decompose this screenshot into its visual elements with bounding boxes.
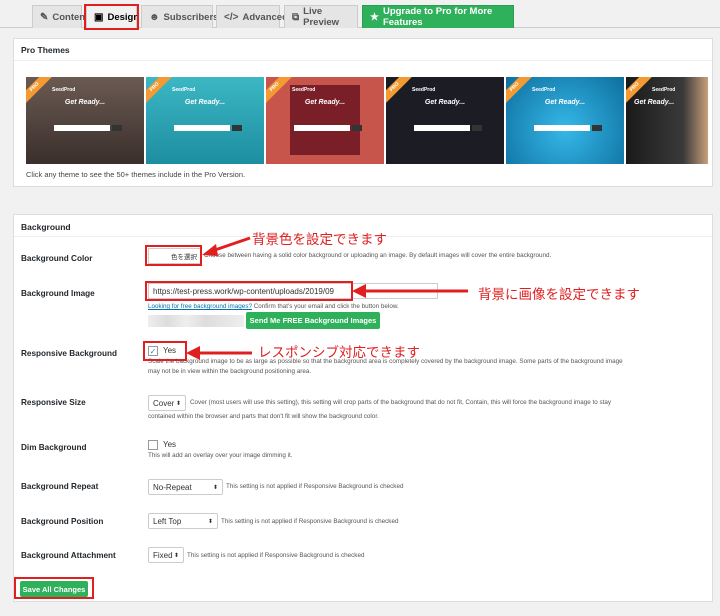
tab-upgrade-pro[interactable]: ★ Upgrade to Pro for More Features bbox=[362, 5, 514, 28]
theme-brand: SeedProd bbox=[532, 87, 556, 93]
theme-heading: Get Ready... bbox=[64, 99, 106, 106]
edit-icon: ✎ bbox=[40, 11, 49, 23]
theme-heading: Get Ready... bbox=[304, 99, 346, 106]
dim-background-yes: Yes bbox=[163, 440, 177, 449]
responsive-background-help-2: may not be in view within the background… bbox=[148, 368, 312, 375]
code-icon: </> bbox=[224, 11, 239, 23]
dim-background-label: Dim Background bbox=[21, 443, 87, 452]
image-url-highlight bbox=[145, 281, 353, 301]
theme-brand: SeedProd bbox=[52, 87, 76, 93]
theme-email-bar bbox=[54, 125, 110, 131]
tab-advanced[interactable]: </> Advanced bbox=[216, 5, 288, 28]
background-color-help: Choose between having a solid color back… bbox=[204, 252, 552, 259]
save-button-highlight bbox=[14, 577, 94, 599]
background-position-value: Left Top bbox=[153, 516, 182, 526]
theme-email-button bbox=[112, 125, 122, 131]
background-panel: Background Background Color 色を選択 Choose … bbox=[13, 214, 713, 602]
theme-thumb-1[interactable]: PRO SeedProd Get Ready... bbox=[26, 77, 144, 164]
theme-thumb-2[interactable]: PRO SeedProd Get Ready... bbox=[146, 77, 264, 164]
background-repeat-value: No-Repeat bbox=[153, 482, 192, 492]
annotation-arrow-responsive bbox=[186, 346, 252, 360]
pro-themes-title: Pro Themes bbox=[14, 39, 712, 61]
responsive-size-label: Responsive Size bbox=[21, 398, 86, 407]
theme-heading: Get Ready... bbox=[424, 99, 466, 106]
pro-themes-note: Click any theme to see the 50+ themes in… bbox=[26, 170, 246, 179]
responsive-background-label: Responsive Background bbox=[21, 349, 117, 358]
theme-brand: SeedProd bbox=[412, 87, 436, 93]
theme-thumb-4[interactable]: PRO SeedProd Get Ready... bbox=[386, 77, 504, 164]
background-color-label: Background Color bbox=[21, 254, 93, 263]
dim-background-help: This will add an overlay over your image… bbox=[148, 452, 293, 459]
theme-brand: SeedProd bbox=[172, 87, 196, 93]
background-repeat-label: Background Repeat bbox=[21, 482, 99, 491]
select-arrows-icon: ⬍ bbox=[173, 552, 179, 559]
pro-themes-panel: Pro Themes PRO SeedProd Get Ready... PRO… bbox=[13, 38, 713, 187]
responsive-size-help-1: Cover (most users will use this setting)… bbox=[190, 399, 612, 406]
theme-heading: Get Ready... bbox=[634, 99, 675, 106]
tab-live-preview[interactable]: ⧉ Live Preview bbox=[284, 5, 358, 28]
free-images-link[interactable]: Looking for free background images? bbox=[148, 303, 252, 310]
design-tab-highlight bbox=[84, 4, 139, 30]
background-image-help: Looking for free background images? Conf… bbox=[148, 302, 399, 312]
tab-subscribers[interactable]: ☻ Subscribers bbox=[141, 5, 218, 28]
theme-email-bar bbox=[534, 125, 590, 131]
theme-thumb-5[interactable]: PRO SeedProd Get Ready... bbox=[506, 77, 624, 164]
theme-email-button bbox=[592, 125, 602, 131]
background-repeat-help: This setting is not applied if Responsiv… bbox=[226, 483, 404, 490]
responsive-size-help-2: contained within the browser and parts t… bbox=[148, 413, 379, 420]
star-icon: ★ bbox=[370, 11, 379, 23]
theme-brand: SeedProd bbox=[292, 87, 316, 93]
responsive-checkbox-highlight bbox=[143, 341, 187, 361]
blurred-email-field bbox=[148, 315, 244, 327]
background-attachment-label: Background Attachment bbox=[21, 551, 116, 560]
background-attachment-select[interactable]: Fixed ⬍ bbox=[148, 547, 184, 563]
users-icon: ☻ bbox=[149, 11, 160, 23]
select-arrows-icon: ⬍ bbox=[175, 400, 181, 407]
tab-content[interactable]: ✎ Content bbox=[32, 5, 88, 28]
dim-background-checkbox[interactable] bbox=[148, 440, 158, 450]
background-attachment-help: This setting is not applied if Responsiv… bbox=[187, 552, 365, 559]
theme-thumb-6[interactable]: PRO SeedProd Get Ready... bbox=[626, 77, 708, 164]
select-arrows-icon: ⬍ bbox=[207, 518, 213, 525]
responsive-size-value: Cover bbox=[153, 398, 175, 408]
external-link-icon: ⧉ bbox=[292, 11, 300, 23]
background-position-select[interactable]: Left Top ⬍ bbox=[148, 513, 218, 529]
free-images-help-text: Confirm that's your email and click the … bbox=[251, 303, 399, 310]
background-image-label: Background Image bbox=[21, 289, 95, 298]
theme-email-bar bbox=[174, 125, 230, 131]
select-arrows-icon: ⬍ bbox=[212, 484, 218, 491]
theme-card bbox=[290, 85, 360, 155]
color-picker-highlight bbox=[145, 245, 202, 266]
theme-email-bar bbox=[414, 125, 470, 131]
theme-email-bar bbox=[294, 125, 350, 131]
background-repeat-select[interactable]: No-Repeat ⬍ bbox=[148, 479, 223, 495]
background-position-label: Background Position bbox=[21, 517, 104, 526]
background-position-help: This setting is not applied if Responsiv… bbox=[221, 518, 399, 525]
annotation-responsive: レスポンシブ対応できます bbox=[258, 345, 420, 361]
send-free-images-button[interactable]: Send Me FREE Background Images bbox=[246, 312, 380, 329]
theme-email-button bbox=[232, 125, 242, 131]
theme-heading: Get Ready... bbox=[544, 99, 586, 106]
theme-brand: SeedProd bbox=[652, 87, 676, 93]
background-attachment-value: Fixed bbox=[153, 550, 173, 560]
responsive-size-select[interactable]: Cover ⬍ bbox=[148, 395, 186, 411]
annotation-arrow-color bbox=[202, 236, 251, 256]
theme-thumb-3[interactable]: PRO SeedProd Get Ready... bbox=[266, 77, 384, 164]
theme-heading: Get Ready... bbox=[184, 99, 226, 106]
theme-email-button bbox=[472, 125, 482, 131]
annotation-background-color: 背景色を設定できます bbox=[252, 232, 387, 248]
annotation-background-image: 背景に画像を設定できます bbox=[478, 287, 640, 303]
theme-email-button bbox=[352, 125, 362, 131]
annotation-arrow-image bbox=[352, 284, 468, 298]
